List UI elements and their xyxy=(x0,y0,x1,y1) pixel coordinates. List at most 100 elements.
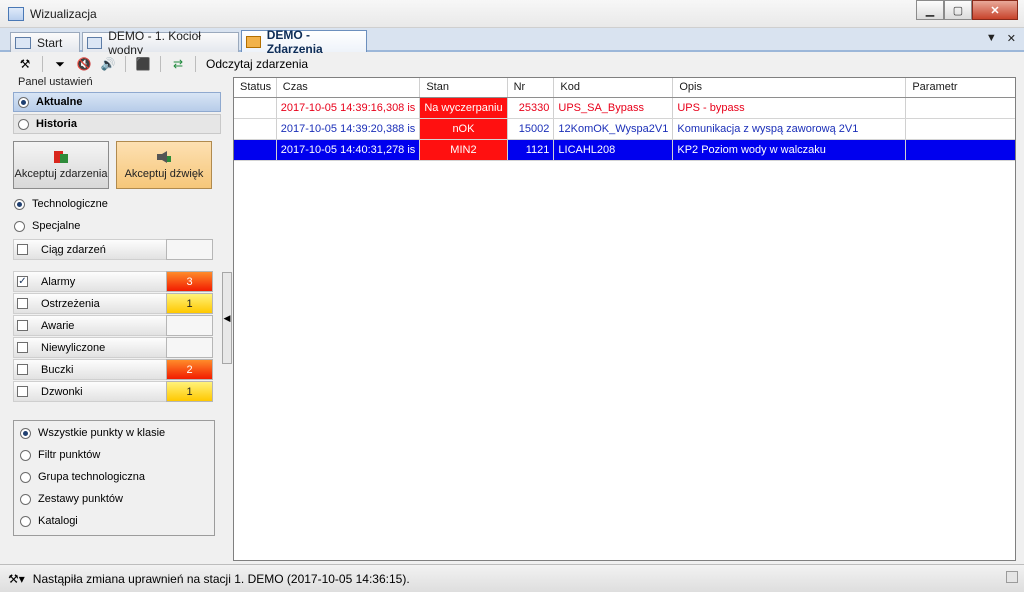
toolbar-separator xyxy=(125,56,126,72)
column-header-code[interactable]: Kod xyxy=(553,78,674,98)
mute-sound-icon[interactable]: 🔇 xyxy=(73,55,95,73)
refresh-icon[interactable]: ⇄ xyxy=(167,55,189,73)
cell-parameter xyxy=(905,118,1015,140)
filter-icon[interactable]: ⏷ xyxy=(49,55,71,73)
tab-controls: ▼ ✕ xyxy=(986,32,1016,45)
category-technological[interactable]: Technologiczne xyxy=(14,198,108,210)
checkbox[interactable] xyxy=(17,244,28,255)
mode-current[interactable]: Aktualne xyxy=(13,92,221,112)
point-filter-catalogs[interactable]: Katalogi xyxy=(20,515,78,527)
boiler-tab-icon xyxy=(87,36,103,49)
tab-label: DEMO - Zdarzenia xyxy=(266,27,323,56)
minimize-button[interactable]: ▁ xyxy=(916,0,944,20)
filter-buzzers[interactable]: Buczki 2 xyxy=(13,359,213,380)
checkbox[interactable] xyxy=(17,342,28,353)
checkbox[interactable] xyxy=(17,320,28,331)
minimize-icon: ▁ xyxy=(925,4,935,17)
cell-parameter xyxy=(905,97,1015,119)
filter-label: Dzwonki xyxy=(41,385,83,398)
maximize-icon: ▢ xyxy=(952,4,964,17)
filter-alarms[interactable]: ✓ Alarmy 3 xyxy=(13,271,213,292)
column-header-parameter[interactable]: Parametr xyxy=(905,78,1015,98)
column-header-nr[interactable]: Nr xyxy=(507,78,555,98)
table-row[interactable]: 2017-10-05 14:40:31,278 is MIN2 1121 LIC… xyxy=(234,139,1015,161)
sequence-label: Ciąg zdarzeń xyxy=(41,243,106,256)
checkbox[interactable]: ✓ xyxy=(17,276,28,287)
acknowledge-events-button[interactable]: Akceptuj zdarzenia xyxy=(13,141,109,189)
filter-bells[interactable]: Dzwonki 1 xyxy=(13,381,213,402)
tab-list-dropdown-icon[interactable]: ▼ xyxy=(986,32,997,45)
events-grid: Status Czas Stan Nr Kod Opis Parametr 20… xyxy=(233,77,1016,561)
cell-description: UPS - bypass xyxy=(672,97,907,119)
tab-strip: Start DEMO - 1. Kocioł wodny DEMO - Zdar… xyxy=(0,28,1024,57)
sequence-checkbox-row[interactable]: Ciąg zdarzeń xyxy=(13,239,213,260)
checkbox[interactable] xyxy=(17,364,28,375)
filter-failures[interactable]: Awarie xyxy=(13,315,213,336)
tab-close-icon[interactable]: ✕ xyxy=(1007,32,1016,45)
checkbox[interactable] xyxy=(17,386,28,397)
point-filter-label: Zestawy punktów xyxy=(38,493,123,505)
toolbar-separator xyxy=(195,56,196,72)
filter-warnings[interactable]: Ostrzeżenia 1 xyxy=(13,293,213,314)
close-button[interactable]: ✕ xyxy=(972,0,1018,20)
mode-label: Historia xyxy=(36,118,77,130)
point-filter-label: Katalogi xyxy=(38,515,78,527)
events-table: Status Czas Stan Nr Kod Opis Parametr 20… xyxy=(234,78,1015,161)
events-tab-icon xyxy=(246,35,261,48)
acknowledge-icon[interactable]: ⬛ xyxy=(132,55,154,73)
tab-kociol[interactable]: DEMO - 1. Kocioł wodny xyxy=(82,29,239,57)
window-controls: ▁ ▢ ✕ xyxy=(916,0,1018,20)
acknowledge-sound-icon xyxy=(157,151,171,163)
window-title: Wizualizacja xyxy=(30,7,97,21)
status-tools-icon[interactable]: ⚒▾ xyxy=(8,572,25,586)
start-tab-icon xyxy=(15,36,31,49)
tab-start[interactable]: Start xyxy=(10,32,80,52)
table-row[interactable]: 2017-10-05 14:39:16,308 is Na wyczerpani… xyxy=(234,97,1015,119)
tab-zdarzenia[interactable]: DEMO - Zdarzenia xyxy=(241,28,367,56)
cell-state: Na wyczerpaniu xyxy=(419,97,508,119)
toolbar-separator xyxy=(160,56,161,72)
cell-nr: 15002 xyxy=(507,118,555,140)
settings-tool-icon[interactable]: ⚒ xyxy=(14,55,36,73)
point-filter-group-tech[interactable]: Grupa technologiczna xyxy=(20,471,145,483)
column-header-state[interactable]: Stan xyxy=(419,78,508,98)
mode-history[interactable]: Historia xyxy=(13,114,221,134)
radio-icon xyxy=(18,118,29,130)
column-header-status[interactable]: Status xyxy=(234,78,277,98)
cell-state: nOK xyxy=(419,118,508,140)
panel-collapse-splitter[interactable]: ◀ xyxy=(222,272,232,364)
resize-grip-icon[interactable] xyxy=(1006,571,1018,583)
checkbox[interactable] xyxy=(17,298,28,309)
column-header-time[interactable]: Czas xyxy=(276,78,421,98)
status-bar: ⚒▾ Nastąpiła zmiana uprawnień na stacji … xyxy=(0,564,1024,592)
filter-label: Awarie xyxy=(41,319,75,332)
point-filter-all[interactable]: Wszystkie punkty w klasie xyxy=(20,427,165,439)
column-header-description[interactable]: Opis xyxy=(672,78,907,98)
cell-status xyxy=(234,97,277,119)
read-events-button[interactable]: Odczytaj zdarzenia xyxy=(206,57,308,71)
cell-code: UPS_SA_Bypass xyxy=(553,97,674,119)
acknowledge-events-label: Akceptuj zdarzenia xyxy=(14,168,108,180)
maximize-button[interactable]: ▢ xyxy=(944,0,972,20)
table-row[interactable]: 2017-10-05 14:39:20,388 is nOK 15002 12K… xyxy=(234,118,1015,140)
cell-description: KP2 Poziom wody w walczaku xyxy=(672,139,907,161)
cell-code: LICAHL208 xyxy=(553,139,674,161)
tab-label: Start xyxy=(37,35,63,50)
filter-count: 1 xyxy=(166,293,213,314)
radio-icon xyxy=(20,427,31,439)
radio-icon xyxy=(20,449,31,461)
sound-icon[interactable]: 🔊 xyxy=(97,55,119,73)
filter-count xyxy=(166,337,213,358)
category-special[interactable]: Specjalne xyxy=(14,220,80,232)
acknowledge-sound-button[interactable]: Akceptuj dźwięk xyxy=(116,141,212,189)
point-filter-sets[interactable]: Zestawy punktów xyxy=(20,493,123,505)
close-icon: ✕ xyxy=(990,4,1000,17)
cell-description: Komunikacja z wyspą zaworową 2V1 xyxy=(672,118,907,140)
point-filter-points[interactable]: Filtr punktów xyxy=(20,449,100,461)
radio-icon xyxy=(20,471,31,483)
point-filter-label: Wszystkie punkty w klasie xyxy=(38,427,166,439)
filter-uncalculated[interactable]: Niewyliczone xyxy=(13,337,213,358)
filter-count xyxy=(166,315,213,336)
app-icon xyxy=(8,7,24,21)
radio-icon xyxy=(20,515,31,527)
